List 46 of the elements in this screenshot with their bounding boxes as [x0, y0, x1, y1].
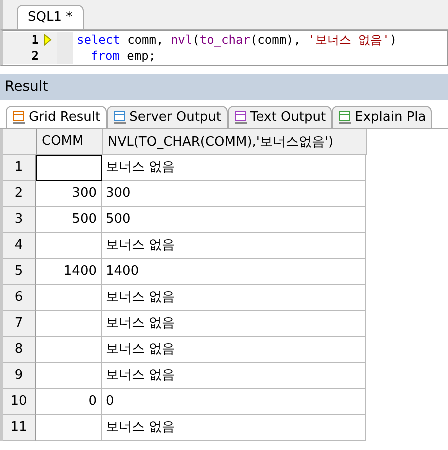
editor-gutter [57, 32, 73, 48]
row-number[interactable]: 7 [3, 311, 36, 337]
result-tab[interactable]: Text Output [228, 106, 332, 128]
row-number[interactable]: 2 [3, 181, 36, 207]
result-tab[interactable]: Server Output [106, 106, 228, 128]
line-number: 1 [3, 32, 39, 48]
code-line: from emp; [90, 49, 156, 63]
row-number[interactable]: 10 [3, 389, 36, 415]
code-editor[interactable]: 1 select comm, nvl(to_char(comm), '보너스 없음') 2 from emp; [0, 30, 448, 66]
tab-icon [234, 110, 248, 124]
row-number[interactable]: 9 [3, 363, 36, 389]
editor-tab[interactable]: SQL1 * [17, 5, 84, 29]
code-line: select comm, nvl(to_char(comm), '보너스 없음') [76, 32, 398, 48]
column-header[interactable]: NVL(TO_CHAR(COMM),'보너스없음') [103, 129, 367, 155]
tab-icon [338, 110, 352, 124]
table-cell: 300 [36, 181, 102, 207]
panel-title: Result [5, 79, 48, 95]
table-cell: 보너스 없음 [102, 363, 366, 389]
grid-corner[interactable] [3, 129, 37, 155]
row-number[interactable]: 6 [3, 285, 36, 311]
table-cell: 300 [102, 181, 366, 207]
row-number[interactable]: 3 [3, 207, 36, 233]
table-cell: 500 [102, 207, 366, 233]
result-tab[interactable]: Grid Result [6, 106, 107, 128]
result-tab[interactable]: Explain Pla [332, 106, 432, 128]
row-number[interactable]: 1 [3, 155, 36, 181]
table-cell: 500 [36, 207, 102, 233]
tab-icon [112, 110, 127, 124]
line-number: 2 [3, 48, 39, 64]
row-number[interactable]: 4 [3, 233, 36, 259]
table-cell: 보너스 없음 [102, 415, 366, 441]
row-number[interactable]: 8 [3, 337, 36, 363]
column-header[interactable]: COMM [37, 129, 103, 155]
table-cell: 보너스 없음 [102, 337, 366, 363]
table-cell: 보너스 없음 [102, 311, 366, 337]
table-cell: 보너스 없음 [102, 155, 366, 181]
table-cell: 보너스 없음 [102, 285, 366, 311]
table-cell: 0 [102, 389, 366, 415]
table-cell: 보너스 없음 [102, 233, 366, 259]
row-number[interactable]: 11 [3, 415, 36, 441]
table-cell: 1400 [36, 259, 102, 285]
table-cell: 0 [36, 389, 102, 415]
tab-icon [12, 110, 26, 124]
editor-gutter [57, 48, 73, 64]
row-number[interactable]: 5 [3, 259, 36, 285]
table-cell: 1400 [102, 259, 366, 285]
